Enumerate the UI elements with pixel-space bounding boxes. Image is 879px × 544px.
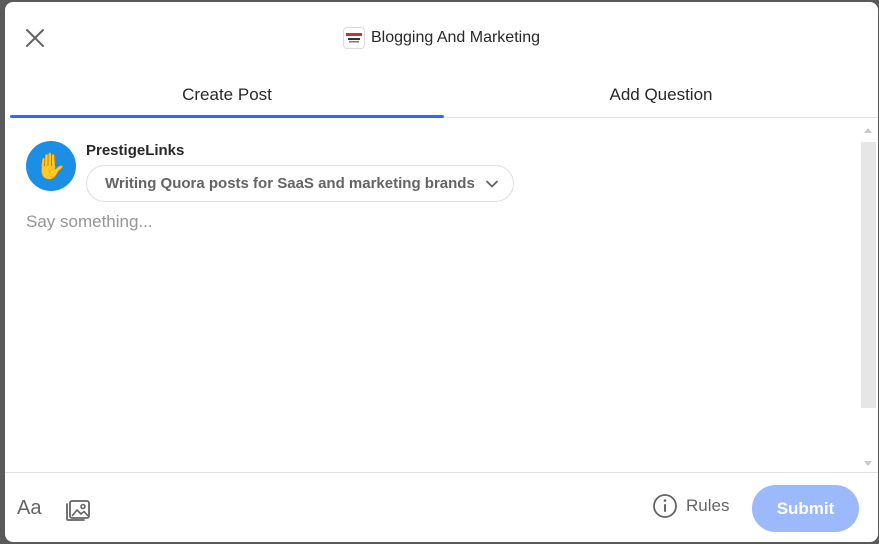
post-type-tabs: Create Post Add Question: [10, 72, 878, 118]
tab-add-question[interactable]: Add Question: [444, 72, 878, 117]
avatar[interactable]: ✋: [26, 141, 76, 191]
scrollbar[interactable]: [859, 122, 876, 470]
author-row: ✋ PrestigeLinks Writing Quora posts for …: [26, 141, 514, 202]
space-header[interactable]: Blogging And Marketing: [5, 24, 878, 52]
author-name: PrestigeLinks: [86, 142, 185, 159]
tab-create-post[interactable]: Create Post: [10, 72, 444, 118]
space-name: Blogging And Marketing: [371, 29, 540, 46]
chevron-down-icon: [485, 180, 498, 187]
rules-label: Rules: [686, 496, 730, 515]
scrollbar-thumb[interactable]: [861, 142, 876, 408]
submit-button[interactable]: Submit: [752, 485, 859, 532]
credential-label: Writing Quora posts for SaaS and marketi…: [105, 175, 475, 192]
modal-footer: Aa Rules Submit: [5, 472, 878, 542]
text-format-button[interactable]: Aa: [17, 497, 41, 520]
scroll-up-icon[interactable]: [864, 128, 872, 133]
raised-hand-icon: ✋: [34, 150, 68, 181]
tab-label: Add Question: [609, 84, 713, 104]
info-icon: [653, 494, 677, 518]
add-image-button[interactable]: [64, 495, 92, 523]
space-logo-icon: [343, 27, 365, 49]
scroll-down-icon[interactable]: [864, 461, 872, 466]
post-body-input[interactable]: [26, 212, 846, 462]
image-icon: [66, 500, 90, 521]
tab-label: Create Post: [182, 84, 272, 104]
rules-button[interactable]: Rules: [652, 493, 729, 519]
font-label: Aa: [17, 497, 42, 519]
create-post-modal: Blogging And Marketing Create Post Add Q…: [5, 2, 878, 542]
credential-dropdown[interactable]: Writing Quora posts for SaaS and marketi…: [86, 165, 514, 202]
author-info: PrestigeLinks Writing Quora posts for Sa…: [86, 141, 514, 202]
